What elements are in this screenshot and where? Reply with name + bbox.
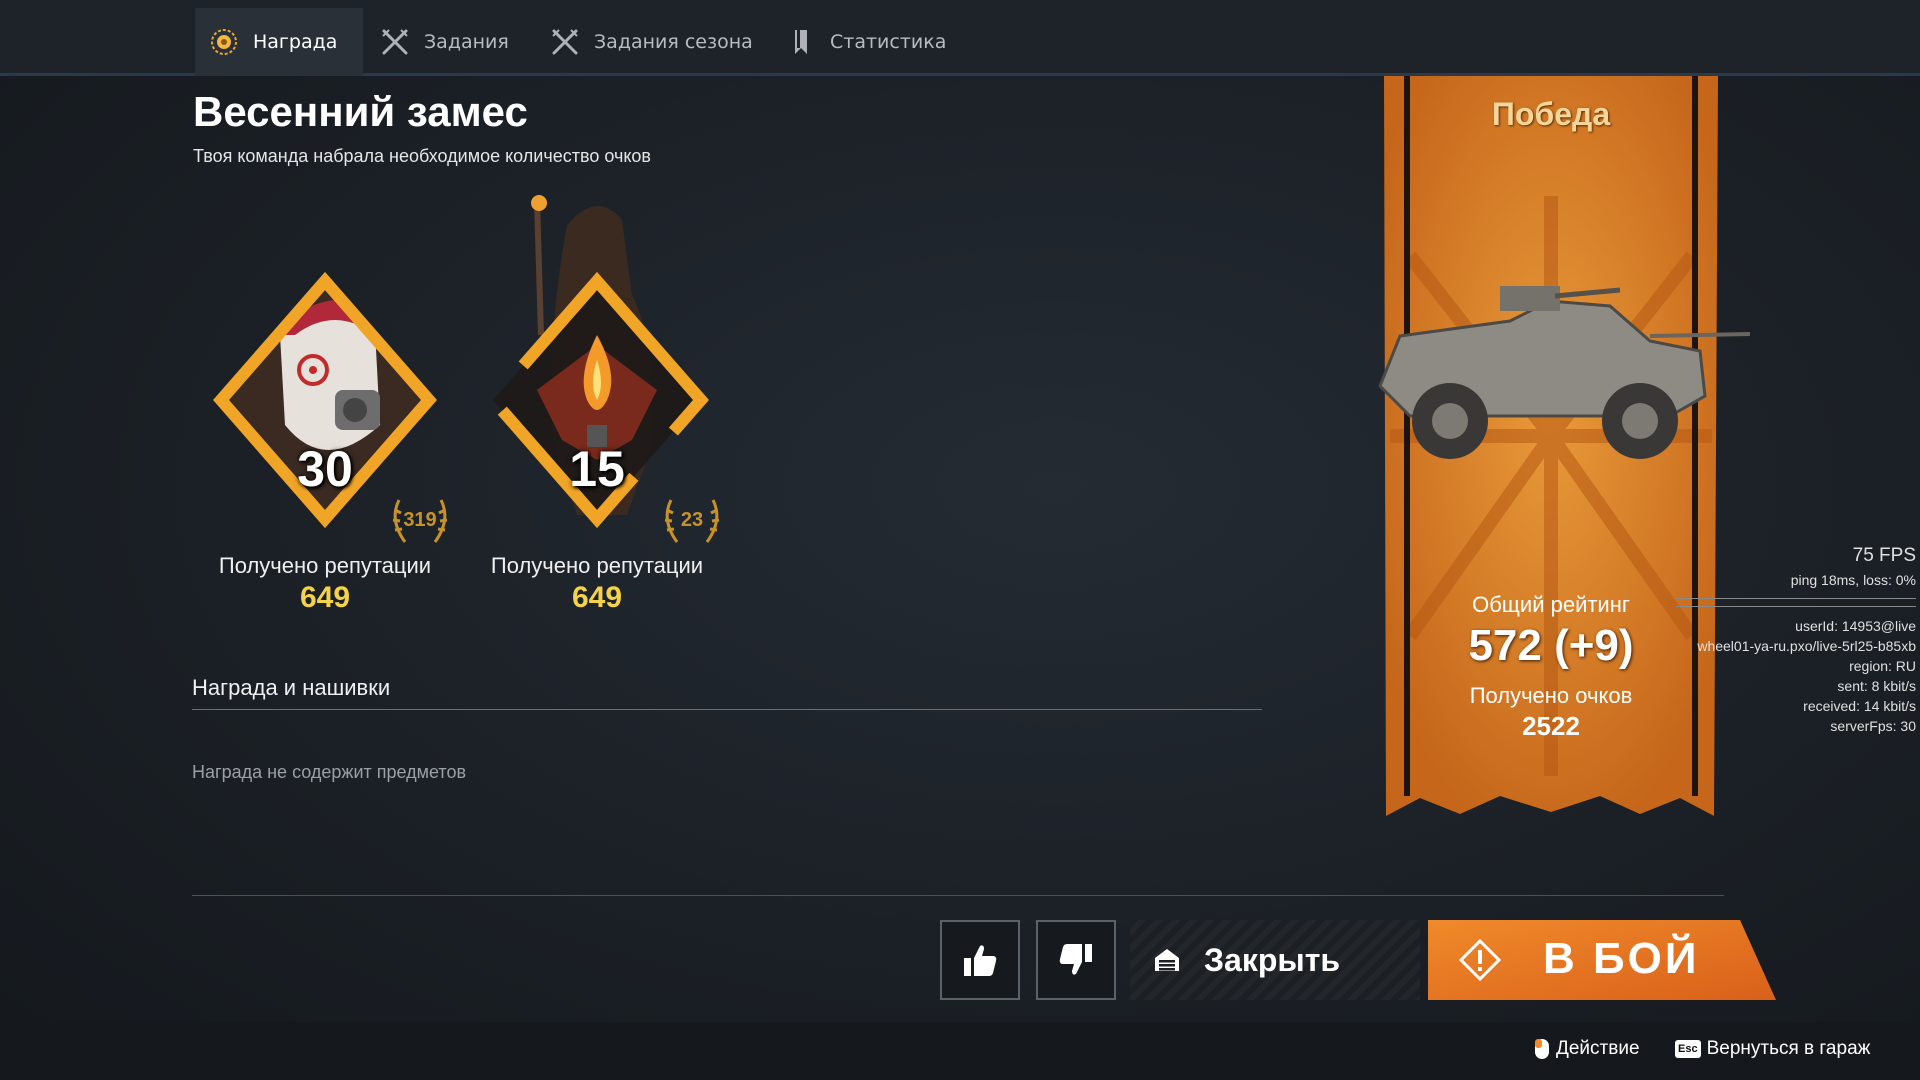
laurel-badge: 23	[657, 490, 727, 550]
reputation-label: Получено репутации	[218, 553, 432, 578]
alert-icon	[1458, 938, 1502, 982]
fight-button-label: В БОЙ	[1543, 934, 1700, 983]
like-button[interactable]	[940, 920, 1020, 1000]
thumbs-up-icon	[964, 945, 997, 976]
ping-readout: ping 18ms, loss: 0%	[1790, 572, 1916, 588]
rewards-empty-text: Награда не содержит предметов	[192, 762, 467, 782]
action-hint[interactable]: Действие	[1534, 1038, 1640, 1060]
event-title: Весенний замес	[193, 88, 528, 135]
tab-season-missions-label: Задания сезона	[594, 31, 753, 53]
crossed-swords-icon	[380, 27, 410, 57]
debug-line: serverFps: 30	[1830, 718, 1916, 734]
reputation-value: 649	[571, 581, 623, 614]
laurel-badge: 319	[385, 490, 455, 550]
divider	[192, 895, 1724, 896]
fight-button[interactable]: В БОЙ	[1428, 920, 1776, 1000]
laurel-value: 23	[680, 508, 704, 531]
victory-banner: Победа Общий рейтинг 572 (+9) Получено о…	[1378, 76, 1751, 818]
dislike-button[interactable]	[1036, 920, 1116, 1000]
laurel-value: 319	[403, 508, 437, 531]
debug-info: userId: 14953@live wheel01-ya-ru.pxo/liv…	[1697, 616, 1916, 736]
esc-key-icon: Esc	[1675, 1040, 1701, 1058]
rating-label: Общий рейтинг	[1472, 592, 1630, 617]
debug-line: region: RU	[1849, 658, 1916, 674]
rating-value: 572 (+9)	[1468, 621, 1634, 670]
tab-reward[interactable]: Награда	[195, 8, 363, 76]
tab-missions[interactable]: Задания	[366, 8, 523, 76]
victory-title: Победа	[1491, 96, 1611, 132]
crossed-swords-icon	[550, 27, 580, 57]
divider	[192, 709, 1262, 710]
reward-icon	[209, 27, 239, 57]
debug-line: userId: 14953@live	[1795, 618, 1916, 634]
reputation-card: 30 319 Получено репутации 649	[185, 185, 465, 625]
rewards-heading: Награда и нашивки	[192, 675, 391, 700]
action-hint-label: Действие	[1556, 1038, 1640, 1059]
event-subtitle: Твоя команда набрала необходимое количес…	[193, 146, 651, 166]
armored-car-image	[1378, 286, 1751, 459]
points-label: Получено очков	[1469, 683, 1633, 708]
tab-reward-label: Награда	[253, 31, 338, 53]
garage-icon	[1155, 949, 1179, 971]
tab-missions-label: Задания	[424, 31, 509, 53]
fps-counter: 75 FPS	[1852, 545, 1916, 566]
back-to-garage-hint[interactable]: Esc Вернуться в гараж	[1675, 1038, 1870, 1060]
debug-line: wheel01-ya-ru.pxo/live-5rl25-b85xb	[1697, 638, 1916, 654]
debug-line: sent: 8 kbit/s	[1837, 678, 1916, 694]
mouse-icon	[1535, 1039, 1549, 1059]
close-button-label: Закрыть	[1204, 941, 1341, 978]
thumbs-down-icon	[1059, 944, 1092, 975]
divider	[1676, 598, 1916, 599]
bookmark-icon	[786, 27, 816, 57]
debug-line: received: 14 kbit/s	[1803, 698, 1916, 714]
tab-bar: Награда Задания Задания сезона Статистик…	[0, 0, 1920, 76]
back-to-garage-label: Вернуться в гараж	[1706, 1038, 1871, 1059]
reputation-card: 15 23 Получено репутации 649	[457, 185, 737, 625]
divider	[1676, 606, 1916, 607]
close-button[interactable]: Закрыть	[1130, 920, 1420, 1000]
reputation-value: 649	[299, 581, 351, 614]
points-value: 2522	[1522, 711, 1580, 741]
reputation-label: Получено репутации	[490, 553, 704, 578]
tab-statistics-label: Статистика	[830, 31, 947, 53]
tab-statistics[interactable]: Статистика	[772, 8, 960, 76]
tab-season-missions[interactable]: Задания сезона	[536, 8, 767, 76]
